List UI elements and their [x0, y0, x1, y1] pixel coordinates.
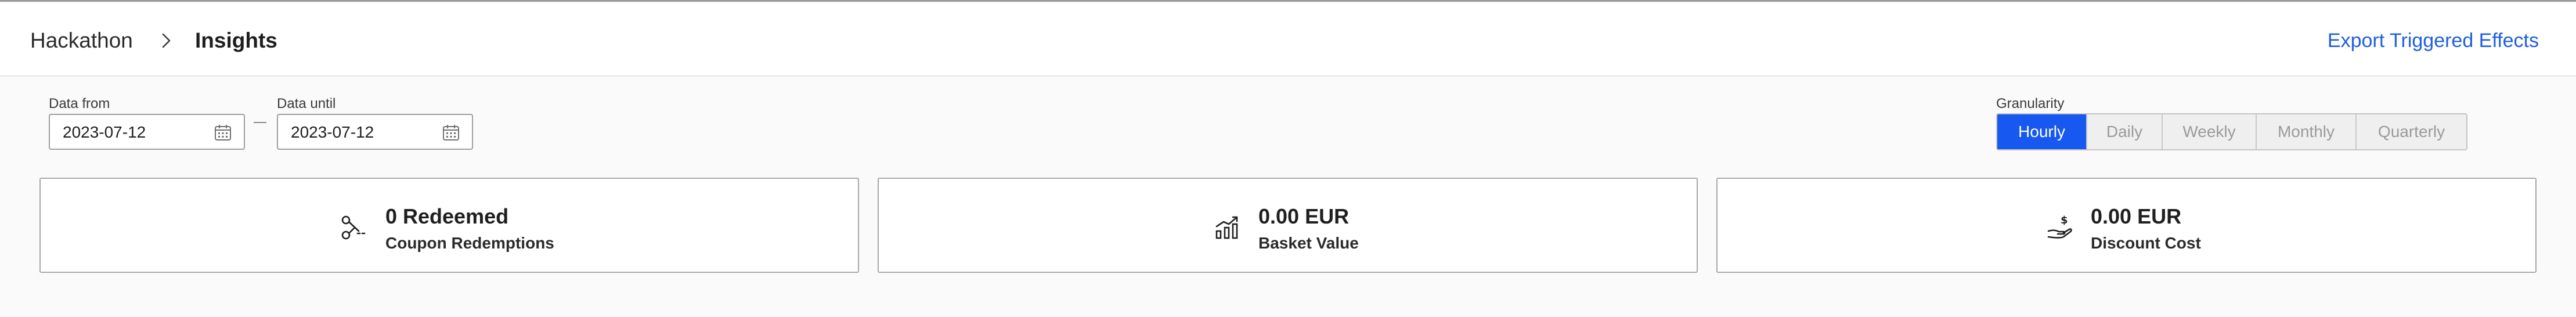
coupon-redemptions-card: 0 Redeemed Coupon Redemptions	[39, 178, 859, 273]
hand-money-icon: $	[2047, 214, 2072, 239]
granularity-toggle-group: Hourly Daily Weekly Monthly Quarterly	[1996, 113, 2467, 150]
date-from-label: Data from	[49, 96, 110, 111]
discount-cost-amount: 0.00 EUR	[2091, 204, 2182, 228]
coupon-redemptions-label: Coupon Redemptions	[385, 234, 554, 252]
svg-text:$: $	[2061, 214, 2068, 226]
date-range-separator	[254, 122, 266, 123]
basket-value-label: Basket Value	[1258, 234, 1359, 252]
export-triggered-effects-link[interactable]: Export Triggered Effects	[2328, 29, 2539, 52]
coupon-redemptions-value: 0 Redeemed	[385, 204, 509, 228]
chevron-right-icon	[162, 33, 171, 48]
discount-cost-card: $ 0.00 EUR Discount Cost	[1716, 178, 2537, 273]
calendar-icon[interactable]	[442, 123, 460, 142]
breadcrumb-hackathon[interactable]: Hackathon	[30, 28, 133, 53]
basket-value-card: 0.00 EUR Basket Value	[878, 178, 1698, 273]
page-header: Hackathon Insights Export Triggered Effe…	[0, 3, 2576, 77]
page: Hackathon Insights Export Triggered Effe…	[0, 0, 2576, 317]
granularity-hourly-button[interactable]: Hourly	[1997, 114, 2087, 149]
discount-cost-label: Discount Cost	[2091, 234, 2201, 252]
date-from-input[interactable]: 2023-07-12	[49, 114, 245, 150]
granularity-label: Granularity	[1996, 96, 2065, 111]
granularity-quarterly-button[interactable]: Quarterly	[2357, 114, 2466, 149]
granularity-daily-button[interactable]: Daily	[2087, 114, 2163, 149]
scissors-icon	[341, 215, 366, 240]
page-title: Insights	[195, 28, 277, 52]
calendar-icon[interactable]	[214, 123, 232, 142]
granularity-weekly-button[interactable]: Weekly	[2163, 114, 2257, 149]
date-until-input[interactable]: 2023-07-12	[277, 114, 473, 150]
date-until-value: 2023-07-12	[291, 123, 374, 141]
basket-value-amount: 0.00 EUR	[1258, 204, 1350, 228]
granularity-monthly-button[interactable]: Monthly	[2257, 114, 2357, 149]
chart-growth-icon	[1215, 216, 1238, 239]
date-until-label: Data until	[277, 96, 336, 111]
date-from-value: 2023-07-12	[63, 123, 146, 141]
